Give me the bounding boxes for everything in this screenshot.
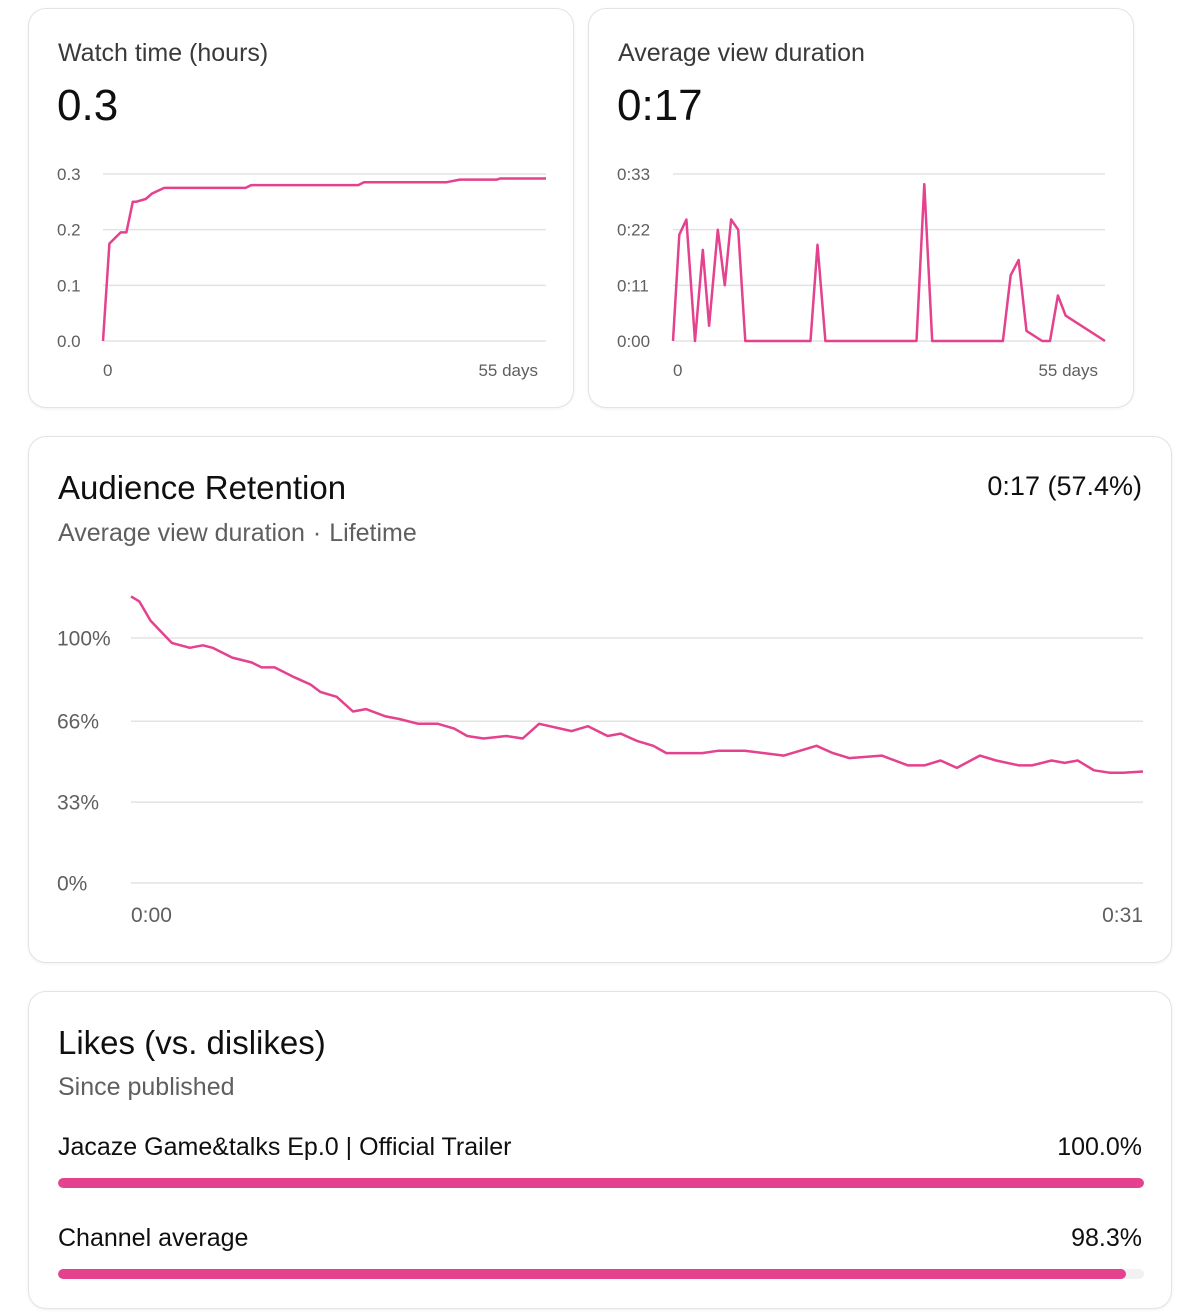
y-tick-label: 0.0 [57, 332, 81, 351]
likes-bar-video-fill [58, 1178, 1144, 1188]
x-tick-label: 0 [673, 361, 682, 380]
y-tick-label: 0.3 [57, 165, 81, 184]
audience-retention-chart: 0% 33% 66% 100% 0:00 0:31 [57, 595, 1144, 927]
likes-row-channel-value: 98.3% [1071, 1224, 1142, 1252]
y-tick-label: 0:33 [617, 165, 650, 184]
likes-card[interactable]: Likes (vs. dislikes) Since published Jac… [28, 991, 1172, 1309]
y-tick-label: 0:22 [617, 221, 650, 240]
y-tick-label: 0:11 [617, 276, 649, 295]
likes-row-video-value: 100.0% [1057, 1133, 1142, 1161]
x-tick-label: 0:00 [131, 904, 172, 927]
y-tick-label: 100% [57, 627, 111, 650]
x-tick-label: 0:31 [1102, 904, 1143, 927]
x-tick-label: 55 days [1038, 361, 1098, 380]
avg-view-duration-card[interactable]: Average view duration 0:17 0:00 0:11 0:22 0… [588, 8, 1134, 408]
likes-row-video-label: Jacaze Game&talks Ep.0 | Official Traile… [58, 1133, 512, 1161]
series-line [101, 177, 546, 342]
likes-title: Likes (vs. dislikes) [58, 1024, 326, 1061]
watch-time-card[interactable]: Watch time (hours) 0.3 0.0 0.1 0.2 0.3 0 55 d… [28, 8, 574, 408]
watch-time-chart: 0.0 0.1 0.2 0.3 0 55 days [57, 165, 546, 380]
y-tick-label: 33% [57, 792, 99, 815]
likes-row-channel-label: Channel average [58, 1224, 249, 1252]
x-tick-label: 0 [103, 361, 112, 380]
y-tick-label: 0.1 [57, 276, 81, 295]
y-tick-label: 0% [57, 872, 87, 895]
likes-bar-channel-fill [58, 1269, 1126, 1279]
y-tick-label: 66% [57, 711, 99, 734]
y-tick-label: 0:00 [617, 332, 650, 351]
likes-subtitle: Since published [58, 1073, 235, 1101]
y-tick-label: 0.2 [57, 221, 81, 240]
series-line [671, 182, 1106, 343]
x-tick-label: 55 days [478, 361, 538, 380]
likes-bar-channel-track [58, 1269, 1144, 1279]
audience-retention-card[interactable]: Audience Retention 0:17 (57.4%) Average … [28, 436, 1172, 963]
avg-view-duration-chart: 0:00 0:11 0:22 0:33 0 55 days [617, 165, 1106, 380]
series-line [130, 595, 1144, 775]
likes-bar-video-track [58, 1178, 1144, 1188]
